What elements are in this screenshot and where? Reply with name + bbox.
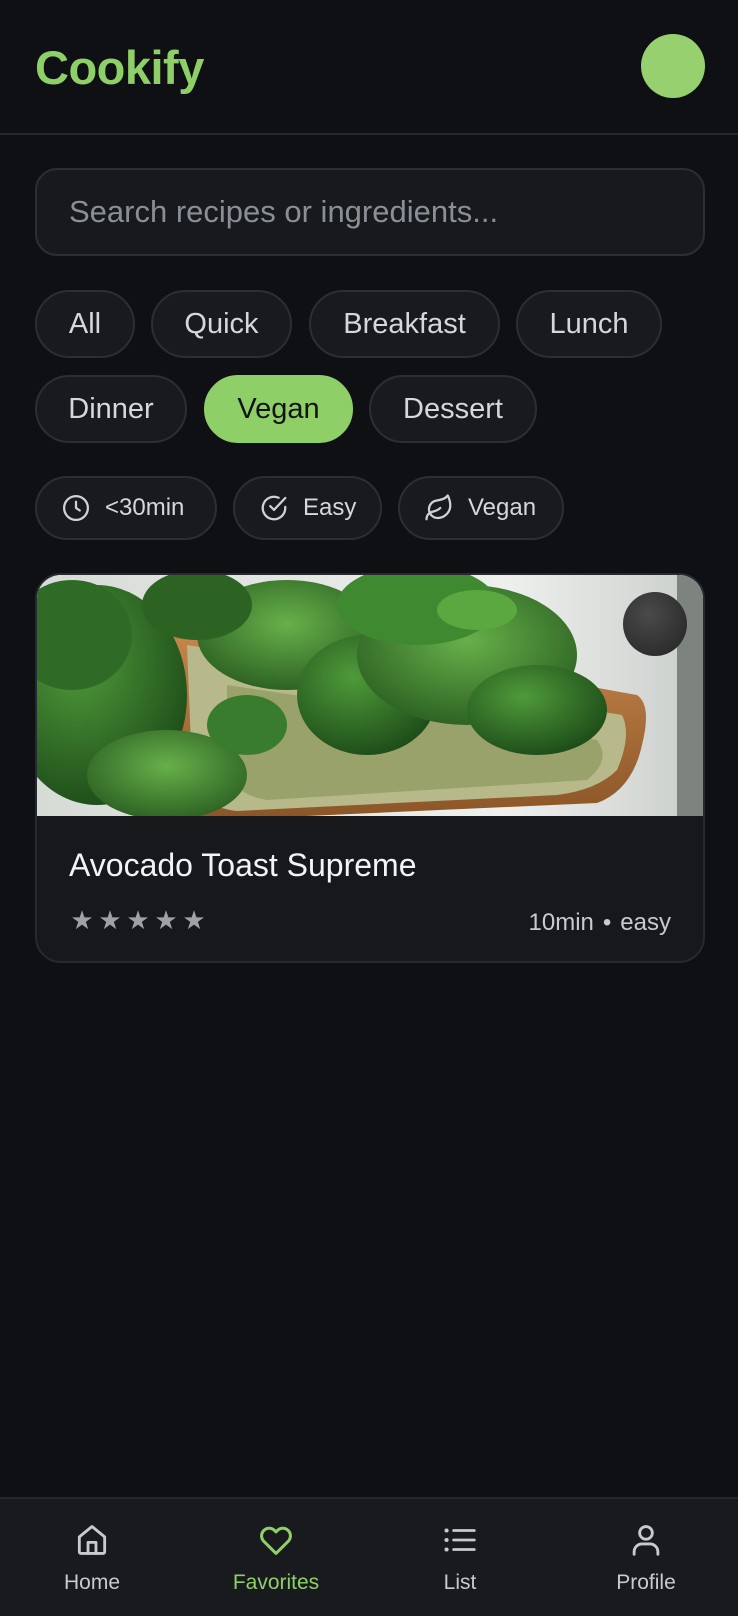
recipe-title: Avocado Toast Supreme (69, 847, 417, 883)
list-icon (444, 1528, 476, 1552)
chip-label: Vegan (237, 392, 320, 425)
favorite-button[interactable] (623, 592, 687, 656)
chip-label: Dessert (403, 392, 503, 425)
app-header: Cookify (0, 0, 738, 135)
chip-vegan[interactable]: Vegan (204, 375, 353, 443)
search-input[interactable] (35, 168, 705, 256)
recipe-card[interactable]: Avocado Toast Supreme ★ ★ ★ ★ ★ 10min • ea… (35, 573, 705, 963)
avatar[interactable] (641, 34, 705, 98)
nav-profile[interactable]: Profile (554, 1499, 738, 1616)
star-icon: ★ (70, 905, 94, 935)
filter-label: Easy (303, 494, 357, 521)
user-icon (632, 1525, 660, 1556)
nav-list[interactable]: List (368, 1499, 552, 1616)
star-icon: ★ (182, 905, 206, 935)
nav-home[interactable]: Home (0, 1499, 184, 1616)
rating-stars: ★ ★ ★ ★ ★ (69, 905, 207, 936)
star-icon: ★ (126, 905, 150, 935)
check-circle-icon (261, 495, 287, 521)
app-root: Cookify All Quick Breakfast Lunch Dinner… (0, 0, 738, 1616)
filter-time[interactable]: <30min (35, 476, 217, 540)
nav-label: List (443, 1571, 477, 1594)
bottom-nav: Home Favorites List Profile (0, 1497, 738, 1616)
chip-label: Quick (184, 307, 259, 340)
star-icon: ★ (154, 905, 178, 935)
heart-icon (260, 1526, 292, 1555)
filter-label: Vegan (468, 494, 537, 521)
chip-dessert[interactable]: Dessert (369, 375, 537, 443)
recipe-time: 10min (528, 909, 594, 936)
chip-label: Dinner (68, 392, 154, 425)
nav-label: Home (63, 1571, 121, 1594)
clock-icon (63, 495, 89, 521)
filter-label: <30min (105, 494, 185, 521)
chip-breakfast[interactable]: Breakfast (309, 290, 500, 358)
recipe-image (37, 575, 703, 816)
home-icon (77, 1525, 107, 1555)
recipe-meta: 10min • easy (529, 909, 671, 937)
nav-label: Favorites (232, 1571, 320, 1594)
meta-separator: • (602, 909, 612, 936)
nav-favorites[interactable]: Favorites (184, 1499, 368, 1616)
chip-label: Lunch (549, 307, 629, 340)
nav-label: Profile (616, 1571, 676, 1594)
filter-vegan[interactable]: Vegan (398, 476, 564, 540)
filter-easy[interactable]: Easy (233, 476, 382, 540)
chip-label: All (68, 307, 102, 340)
chip-dinner[interactable]: Dinner (35, 375, 187, 443)
recipe-difficulty: easy (620, 909, 671, 936)
star-icon: ★ (98, 905, 122, 935)
chip-lunch[interactable]: Lunch (516, 290, 662, 358)
leaf-icon (425, 494, 452, 521)
chip-quick[interactable]: Quick (151, 290, 292, 358)
chip-all[interactable]: All (35, 290, 135, 358)
chip-label: Breakfast (343, 307, 466, 340)
app-logo: Cookify (35, 41, 204, 94)
